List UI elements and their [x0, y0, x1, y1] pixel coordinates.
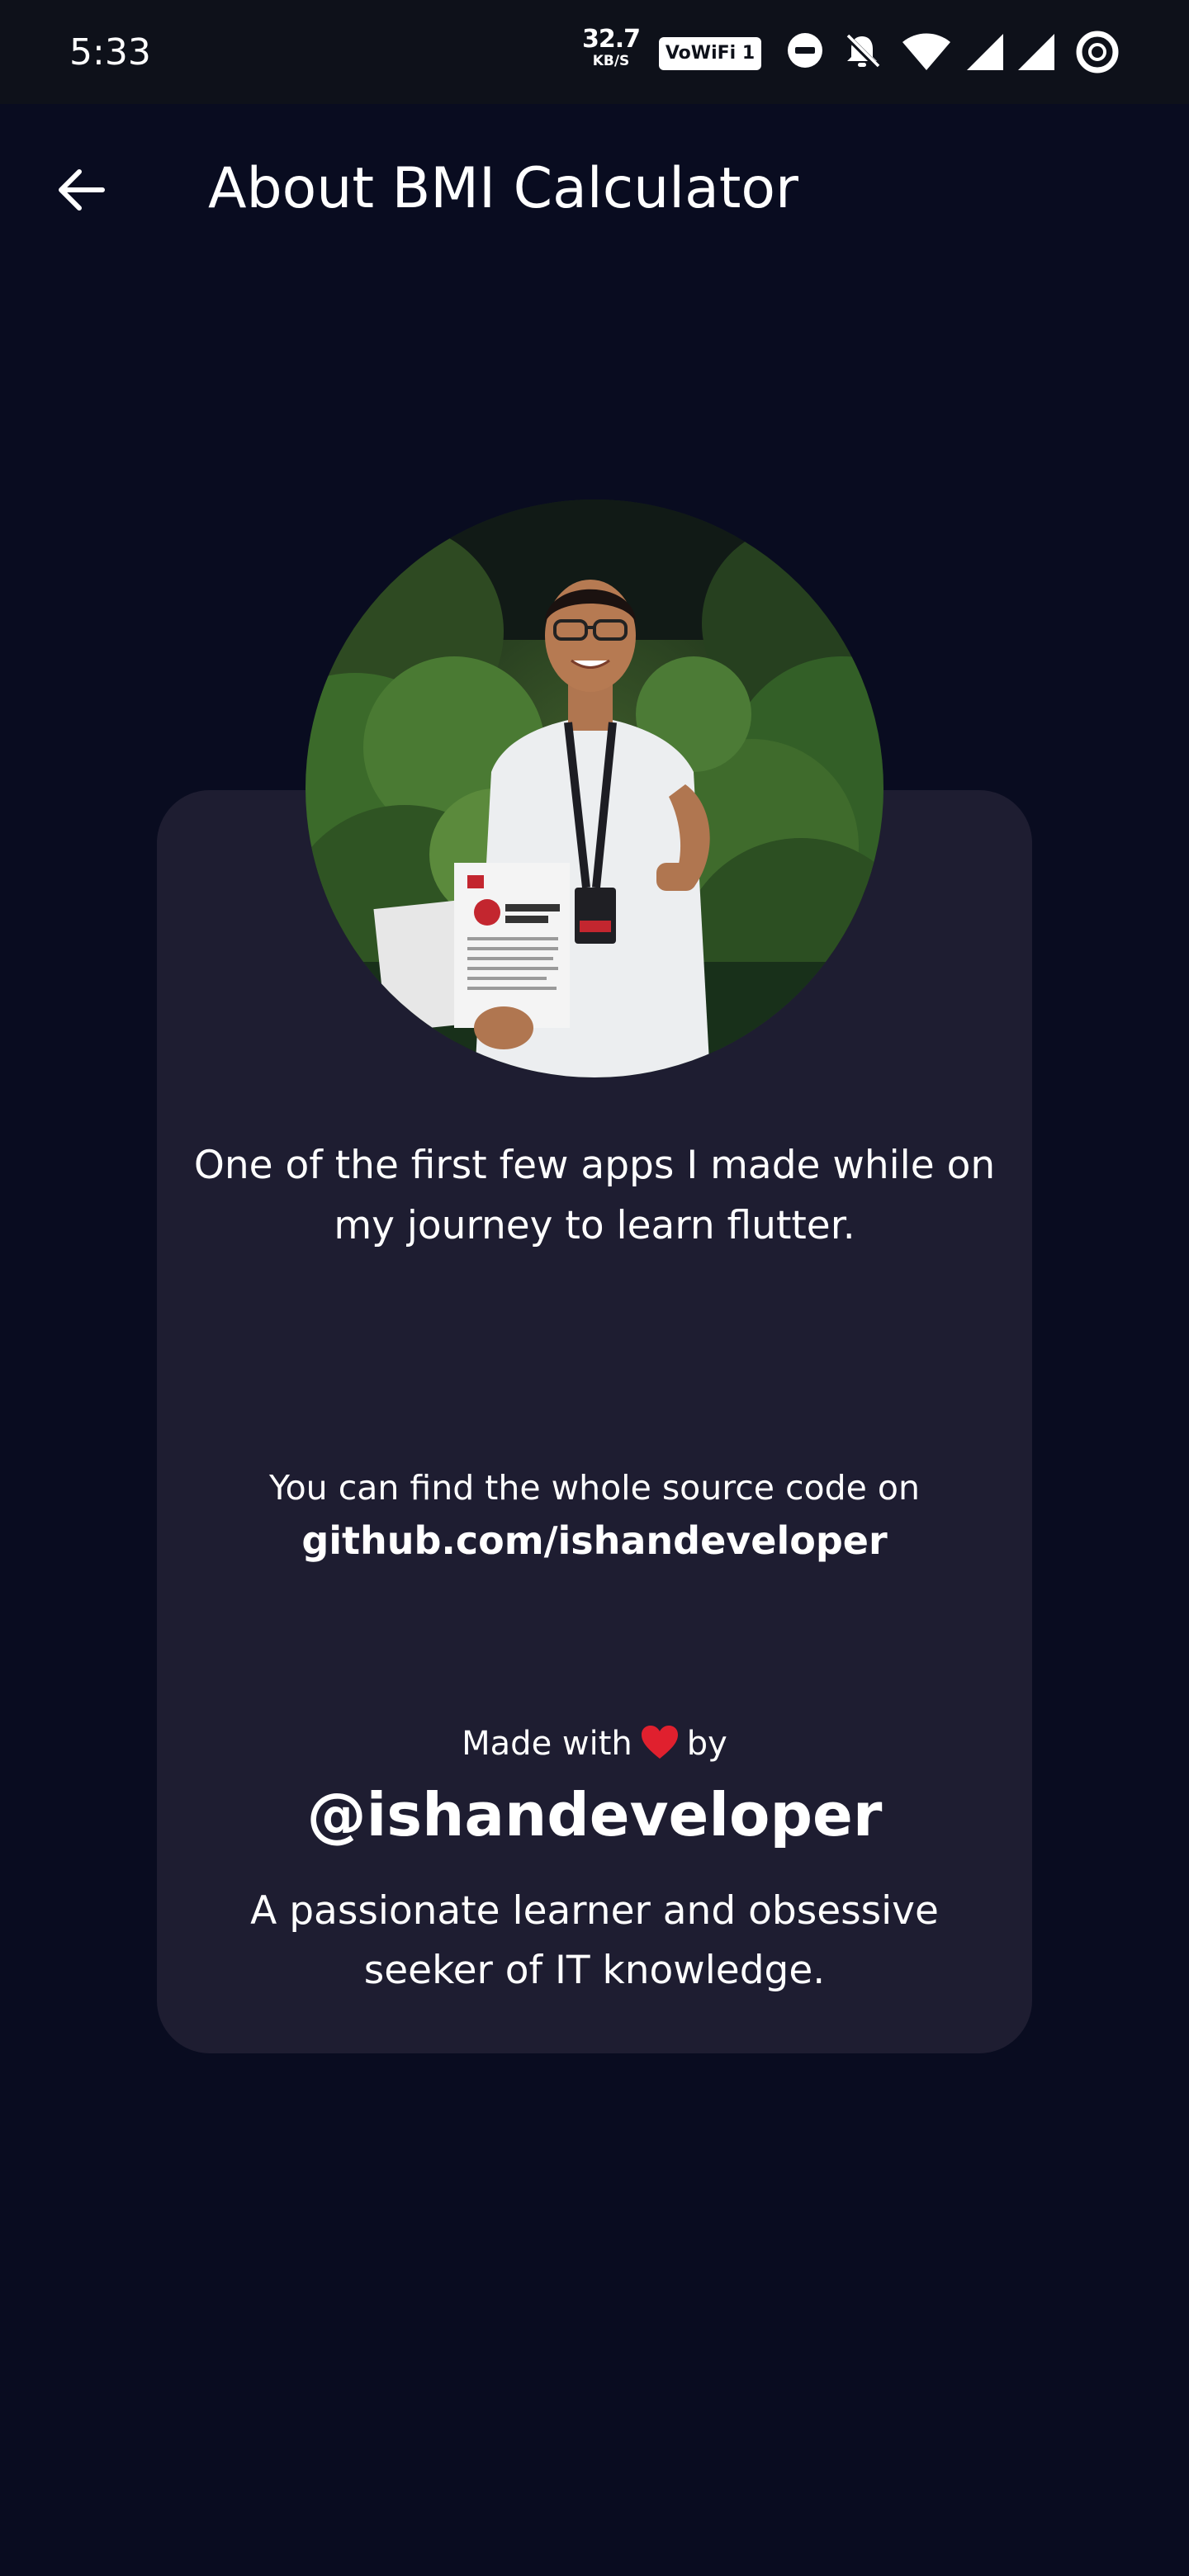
page-title: About BMI Calculator [208, 156, 798, 221]
developer-avatar [306, 500, 883, 1077]
source-code-label: You can find the whole source code on [269, 1468, 920, 1508]
network-speed-unit: KB/S [592, 53, 630, 69]
heart-icon [641, 1725, 679, 1773]
made-with-prefix: Made with [462, 1725, 632, 1763]
github-link[interactable]: github.com/ishandeveloper [190, 1514, 999, 1567]
bell-muted-icon [842, 31, 882, 74]
app-bar: About BMI Calculator [0, 104, 1189, 269]
developer-bio: A passionate learner and obsessive seeke… [250, 1888, 939, 1993]
wifi-icon [902, 33, 951, 74]
status-time: 5:33 [69, 31, 151, 73]
developer-handle: @ishandeveloper [306, 1780, 883, 1849]
signal-icon [966, 33, 1004, 74]
made-with-line: Made with by [190, 1720, 999, 1773]
vowifi-badge: VoWiFi 1 [659, 37, 761, 70]
arrow-left-icon [56, 168, 106, 215]
battery-ring-icon [1075, 30, 1120, 78]
network-speed: 32.7 KB/S [582, 25, 641, 70]
made-with-suffix: by [686, 1725, 727, 1763]
status-bar: 5:33 32.7 KB/S VoWiFi 1 [0, 0, 1189, 104]
intro-text: One of the first few apps I made while o… [193, 1143, 996, 1248]
back-button[interactable] [43, 154, 119, 230]
signal-icon [1017, 33, 1055, 74]
do-not-disturb-icon [786, 31, 824, 73]
network-speed-value: 32.7 [582, 25, 641, 54]
